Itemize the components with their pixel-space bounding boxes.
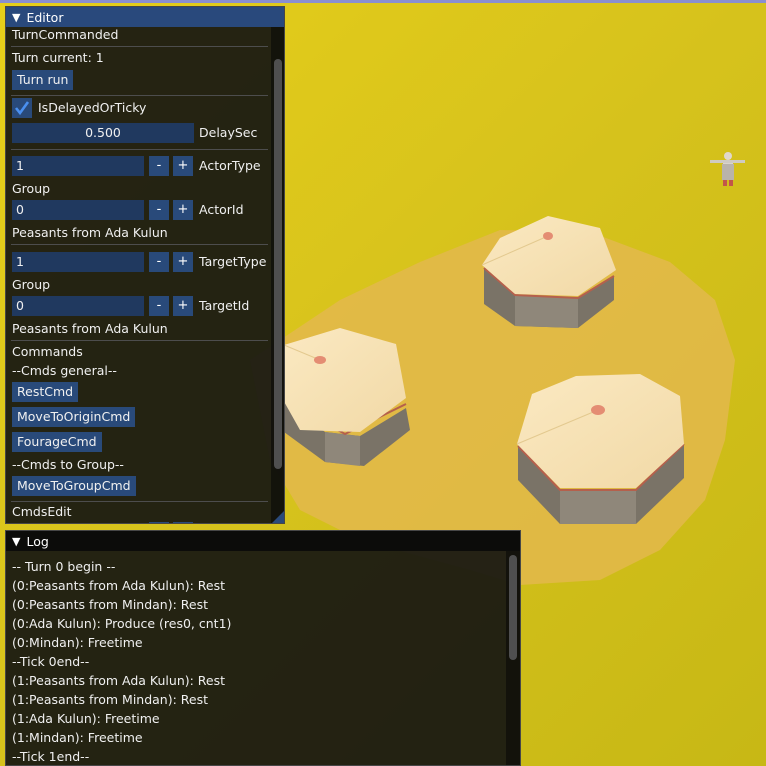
collapse-triangle-icon[interactable]: ▼: [12, 535, 20, 548]
check-icon: [14, 101, 30, 116]
log-title: Log: [26, 533, 49, 549]
target-type-field[interactable]: 1: [12, 252, 144, 272]
log-titlebar[interactable]: ▼ Log: [6, 531, 520, 551]
turn-commanded-header[interactable]: TurnCommanded: [12, 27, 118, 43]
editor-scrollbar[interactable]: [271, 27, 284, 523]
rest-cmd-button[interactable]: RestCmd: [12, 382, 79, 402]
log-line: (1:Peasants from Ada Kulun): Rest: [12, 673, 226, 688]
target-id-label: TargetId: [199, 298, 250, 313]
separator: [11, 95, 268, 96]
log-line: --Tick 0end--: [12, 654, 90, 669]
log-scrollbar-thumb[interactable]: [509, 555, 517, 660]
turn-run-button[interactable]: Turn run: [12, 70, 74, 90]
target-name-text: Peasants from Ada Kulun: [12, 321, 168, 336]
log-scrollbar[interactable]: [506, 551, 520, 765]
target-group-text: Group: [12, 277, 51, 292]
cmds-general-text: --Cmds general--: [12, 363, 117, 378]
target-id-minus-button[interactable]: -: [149, 296, 169, 316]
log-line: (1:Mindan): Freetime: [12, 730, 143, 745]
editor-content: TurnCommanded Turn current: 1 Turn run I…: [6, 27, 284, 523]
log-line: (0:Peasants from Ada Kulun): Rest: [12, 578, 226, 593]
commands-header[interactable]: Commands: [12, 344, 83, 360]
delayed-label: IsDelayedOrTicky: [38, 100, 147, 115]
move-to-origin-cmd-button[interactable]: MoveToOriginCmd: [12, 407, 136, 427]
log-line: (1:Peasants from Mindan): Rest: [12, 692, 209, 707]
target-type-label: TargetType: [199, 254, 267, 269]
actor-group-text: Group: [12, 181, 51, 196]
actor-type-plus-button[interactable]: +: [173, 156, 193, 176]
log-line: (0:Mindan): Freetime: [12, 635, 143, 650]
separator: [11, 46, 268, 47]
separator: [11, 501, 268, 502]
actor-id-label: ActorId: [199, 202, 244, 217]
target-id-field[interactable]: 0: [12, 296, 144, 316]
actor-id-field[interactable]: 0: [12, 200, 144, 220]
log-line: -- Turn 0 begin --: [12, 559, 116, 574]
separator: [11, 340, 268, 341]
editor-scrollbar-thumb[interactable]: [274, 59, 282, 469]
cmds-edit-plus-button[interactable]: +: [173, 522, 193, 523]
log-line: (1:Ada Kulun): Freetime: [12, 711, 160, 726]
separator: [11, 149, 268, 150]
fourage-cmd-button[interactable]: FourageCmd: [12, 432, 102, 452]
turn-current-text: Turn current: 1: [12, 50, 104, 65]
log-line: (0:Ada Kulun): Produce (res0, cnt1): [12, 616, 232, 631]
actor-id-plus-button[interactable]: +: [173, 200, 193, 220]
cmds-edit-minus-button[interactable]: -: [149, 522, 169, 523]
move-to-group-cmd-button[interactable]: MoveToGroupCmd: [12, 476, 136, 496]
collapse-triangle-icon[interactable]: ▼: [12, 11, 20, 24]
log-line: --Tick 1end--: [12, 749, 90, 764]
editor-window[interactable]: ▼ Editor TurnCommanded Turn current: 1 T…: [5, 6, 285, 524]
actor-id-minus-button[interactable]: -: [149, 200, 169, 220]
log-line: (0:Peasants from Mindan): Rest: [12, 597, 209, 612]
top-edge: [0, 0, 766, 3]
cmds-group-text: --Cmds to Group--: [12, 457, 124, 472]
log-window[interactable]: ▼ Log -- Turn 0 begin -- (0:Peasants fro…: [5, 530, 521, 766]
delay-sec-field[interactable]: 0.500: [12, 123, 194, 143]
actor-type-minus-button[interactable]: -: [149, 156, 169, 176]
cmds-edit-header[interactable]: CmdsEdit: [12, 504, 72, 520]
editor-titlebar[interactable]: ▼ Editor: [6, 7, 284, 27]
delayed-checkbox[interactable]: [12, 98, 32, 118]
target-type-plus-button[interactable]: +: [173, 252, 193, 272]
log-content: -- Turn 0 begin -- (0:Peasants from Ada …: [6, 551, 520, 765]
actor-type-field[interactable]: 1: [12, 156, 144, 176]
target-type-minus-button[interactable]: -: [149, 252, 169, 272]
editor-title: Editor: [26, 9, 64, 25]
yurt-3[interactable]: [516, 374, 685, 524]
actor-type-label: ActorType: [199, 158, 261, 173]
separator: [11, 244, 268, 245]
resize-grip-icon[interactable]: [272, 511, 284, 523]
delay-sec-label: DelaySec: [199, 125, 258, 140]
actor-name-text: Peasants from Ada Kulun: [12, 225, 168, 240]
target-id-plus-button[interactable]: +: [173, 296, 193, 316]
